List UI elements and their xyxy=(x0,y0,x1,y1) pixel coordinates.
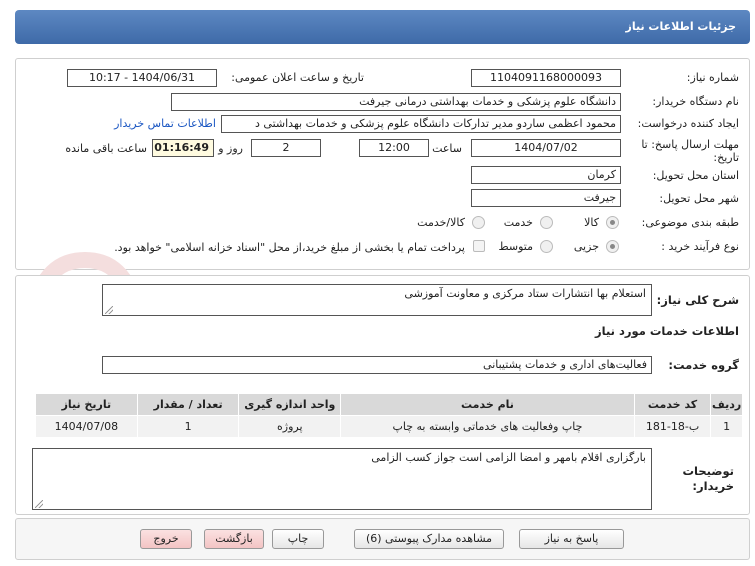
cell-qty: 1 xyxy=(136,415,240,438)
col-unit-header: واحد اندازه گیری xyxy=(238,393,342,416)
deadline-date-label: تاریخ: xyxy=(713,151,739,164)
summary-textarea: استعلام بها انتشارات ستاد مرکزی و معاونت… xyxy=(102,284,652,316)
cell-unit: پروژه xyxy=(238,415,342,438)
print-button[interactable]: چاپ xyxy=(272,529,324,549)
deadline-label: مهلت ارسال پاسخ: تا xyxy=(641,138,739,151)
reply-button[interactable]: پاسخ به نیاز xyxy=(519,529,624,549)
category-goods-service-radio[interactable] xyxy=(472,216,485,229)
buyer-org-field: دانشگاه علوم پزشکی و خدمات بهداشتی درمان… xyxy=(171,93,621,111)
province-label: استان محل تحویل: xyxy=(652,169,739,182)
buyer-org-label: نام دستگاه خریدار: xyxy=(652,95,739,108)
buyer-contact-link[interactable]: اطلاعات تماس خریدار xyxy=(114,117,216,130)
process-label: نوع فرآیند خرید : xyxy=(661,240,739,253)
notes-text: بارگزاری اقلام بامهر و امضا الزامی است ج… xyxy=(371,451,646,464)
table-header-row: ردیف کد خدمت نام خدمت واحد اندازه گیری ت… xyxy=(35,393,743,416)
category-goods-radio[interactable] xyxy=(606,216,619,229)
announce-datetime-field: 1404/06/31 - 10:17 xyxy=(67,69,217,87)
city-label: شهر محل تحویل: xyxy=(659,192,739,205)
resize-grip-icon[interactable] xyxy=(35,500,43,508)
details-panel: شماره نیاز: 1104091168000093 تاریخ و ساع… xyxy=(15,58,750,270)
days-field: 2 xyxy=(251,139,321,157)
remaining-time-field: 01:16:49 xyxy=(152,139,214,157)
services-table: ردیف کد خدمت نام خدمت واحد اندازه گیری ت… xyxy=(35,393,743,438)
treasury-payment-checkbox[interactable] xyxy=(473,240,485,252)
cell-name: چاپ وفعالیت های خدماتی وابسته به چاپ xyxy=(340,415,635,438)
exit-button[interactable]: خروج xyxy=(140,529,192,549)
hour-label: ساعت xyxy=(432,142,462,155)
category-service-label: خدمت xyxy=(503,216,533,229)
service-group-label: گروه خدمت: xyxy=(668,358,739,372)
cell-code: ب-18-181 xyxy=(633,415,712,438)
category-goods-label: کالا xyxy=(584,216,599,229)
col-date-header: تاریخ نیاز xyxy=(35,393,138,416)
deadline-date-field: 1404/07/02 xyxy=(471,139,621,157)
need-number-field: 1104091168000093 xyxy=(471,69,621,87)
services-section-title: اطلاعات خدمات مورد نیاز xyxy=(595,324,739,338)
category-service-radio[interactable] xyxy=(540,216,553,229)
col-qty-header: تعداد / مقدار xyxy=(136,393,240,416)
page-title-bar: جزئیات اطلاعات نیاز xyxy=(15,10,750,44)
process-medium-label: متوسط xyxy=(498,240,533,253)
attachments-button[interactable]: مشاهده مدارک پیوستی (6) xyxy=(354,529,504,549)
summary-label: شرح کلی نیاز: xyxy=(656,293,739,307)
col-name-header: نام خدمت xyxy=(340,393,635,416)
action-bar: پاسخ به نیاز مشاهده مدارک پیوستی (6) چاپ… xyxy=(15,518,750,560)
services-panel: شرح کلی نیاز: استعلام بها انتشارات ستاد … xyxy=(15,275,750,515)
cell-date: 1404/07/08 xyxy=(35,415,138,438)
creator-field: محمود اعظمی ساردو مدیر تدارکات دانشگاه ع… xyxy=(221,115,621,133)
service-group-field: فعالیت‌های اداری و خدمات پشتیبانی xyxy=(102,356,652,374)
process-minor-label: جزیی xyxy=(573,240,599,253)
need-number-label: شماره نیاز: xyxy=(686,71,739,84)
table-row[interactable]: 1 ب-18-181 چاپ وفعالیت های خدماتی وابسته… xyxy=(35,415,743,438)
summary-text: استعلام بها انتشارات ستاد مرکزی و معاونت… xyxy=(404,287,646,300)
category-label: طبقه بندی موضوعی: xyxy=(641,216,739,229)
creator-label: ایجاد کننده درخواست: xyxy=(637,117,739,130)
notes-label-2: خریدار: xyxy=(692,479,734,493)
category-goods-service-label: کالا/خدمت xyxy=(417,216,465,229)
process-minor-radio[interactable] xyxy=(606,240,619,253)
announce-label: تاریخ و ساعت اعلان عمومی: xyxy=(231,71,364,84)
remaining-label: ساعت باقی مانده xyxy=(65,142,147,155)
days-label: روز و xyxy=(218,142,243,155)
deadline-time-field: 12:00 xyxy=(359,139,429,157)
notes-label: توضیحات xyxy=(682,464,735,478)
payment-note: پرداخت تمام یا بخشی از مبلغ خرید،از محل … xyxy=(114,241,465,254)
back-button[interactable]: بازگشت xyxy=(204,529,264,549)
notes-textarea: بارگزاری اقلام بامهر و امضا الزامی است ج… xyxy=(32,448,652,510)
cell-row: 1 xyxy=(710,415,743,438)
resize-grip-icon[interactable] xyxy=(105,306,113,314)
page-title: جزئیات اطلاعات نیاز xyxy=(625,20,737,33)
city-field: جیرفت xyxy=(471,189,621,207)
province-field: کرمان xyxy=(471,166,621,184)
col-row-header: ردیف xyxy=(710,393,743,416)
col-code-header: کد خدمت xyxy=(633,393,712,416)
process-medium-radio[interactable] xyxy=(540,240,553,253)
